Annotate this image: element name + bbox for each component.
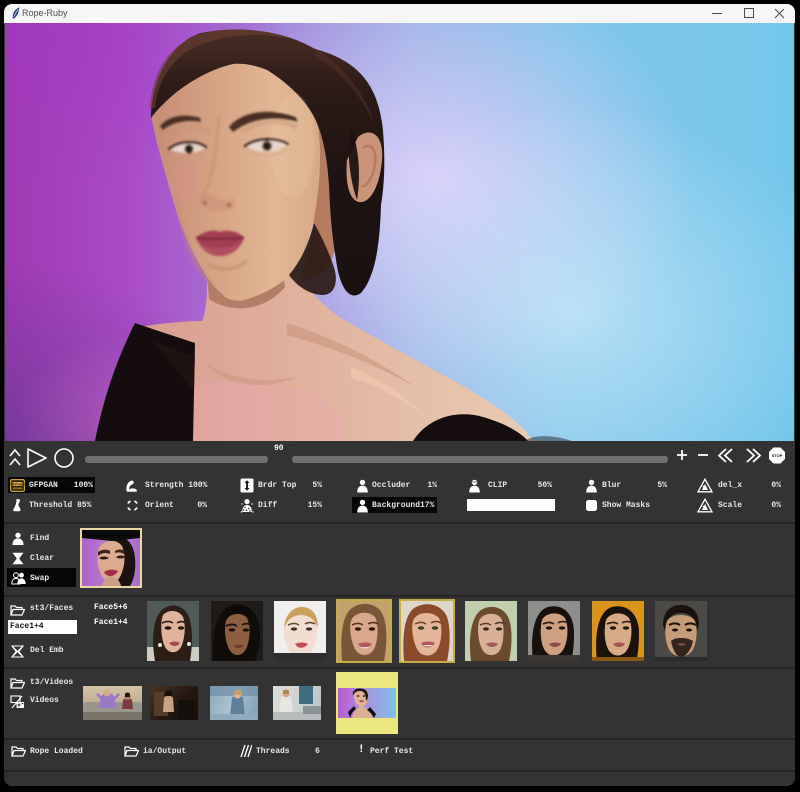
svg-text:STOP: STOP <box>772 453 783 458</box>
svg-text:GFPGAN: GFPGAN <box>10 482 25 486</box>
